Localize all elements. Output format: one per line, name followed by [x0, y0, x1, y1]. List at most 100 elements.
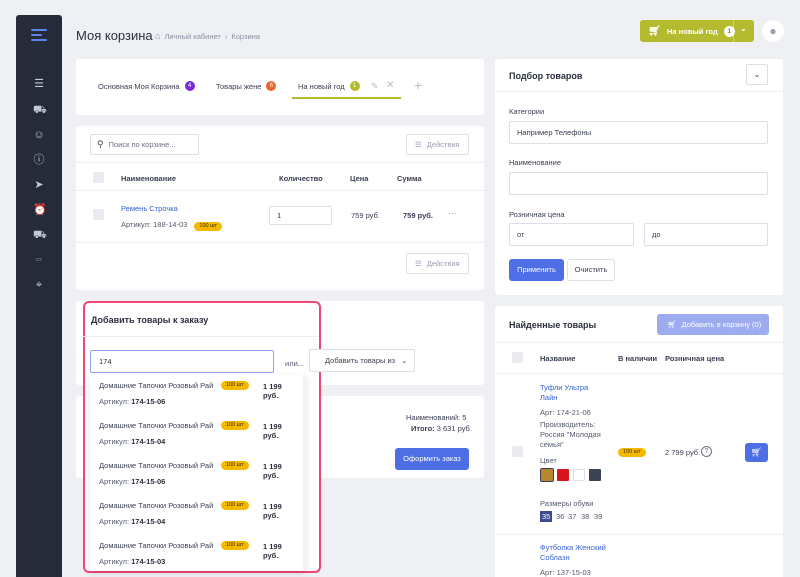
- suggestion-price: 1 199 руб.: [263, 422, 282, 440]
- names-value: 5: [462, 413, 467, 422]
- stock-badge: 100 шт: [221, 541, 249, 550]
- home-icon[interactable]: ⌂: [155, 31, 160, 41]
- info-icon[interactable]: ?: [701, 446, 712, 457]
- chevron-down-icon[interactable]: ⌄: [740, 24, 747, 33]
- list-icon[interactable]: ☰: [33, 78, 45, 90]
- sidebar: ☰ ⛟ ☺ ⓘ ➤ ⏰ ⛟ ▭ ⌖: [16, 15, 62, 577]
- sum-cell: 759 руб.: [403, 211, 433, 220]
- product-maker: Производитель: Россия "Молодая семья": [540, 420, 601, 449]
- suggestion-price: 1 199 руб.: [263, 382, 282, 400]
- breadcrumb-item[interactable]: Личный кабинет: [164, 32, 220, 41]
- add-to-cart-button[interactable]: 🛒︎ Добавить в корзину (0): [657, 314, 769, 335]
- alert-icon[interactable]: ⓘ: [33, 154, 45, 166]
- tab-label: Товары жене: [216, 81, 262, 91]
- search-suggestions: Домашние Тапочки Розовый Рай 100 шт 1 19…: [90, 375, 306, 571]
- suggestion-name: Домашние Тапочки Розовый Рай: [99, 421, 214, 430]
- product-link[interactable]: Ремень Строчка: [121, 204, 178, 213]
- cart-search-input[interactable]: ⚲ Поиск по корзине...: [90, 134, 199, 155]
- name-filter-label: Наименование: [509, 158, 561, 167]
- name-filter-input[interactable]: [509, 172, 768, 195]
- add-from-dropdown[interactable]: Добавить товары из ⌄: [309, 349, 415, 372]
- select-all-checkbox[interactable]: [512, 352, 523, 363]
- sizes-label: Размеры обуви: [540, 499, 594, 508]
- suggestion-price: 1 199 руб.: [263, 462, 282, 480]
- price-to-input[interactable]: до: [644, 223, 768, 246]
- close-icon[interactable]: ✕: [386, 80, 394, 91]
- suggestion-article: Артикул: 174-15-03: [99, 557, 166, 566]
- price-filter-label: Розничная цена: [509, 210, 565, 219]
- add-product-to-cart-button[interactable]: 🛒︎: [745, 443, 768, 462]
- alarm-icon[interactable]: ⏰: [33, 204, 47, 216]
- product-article: Артикул: 188-14-03 100 шт: [121, 220, 223, 231]
- column-header-qty: Количество: [279, 174, 323, 183]
- menu-icon[interactable]: [31, 29, 47, 41]
- stock-badge: 100 шт: [221, 461, 249, 470]
- category-input[interactable]: Например Телефоны: [509, 121, 768, 144]
- suggestion-article: Артикул: 174-15-06: [99, 397, 166, 406]
- column-header-sum: Сумма: [397, 174, 422, 183]
- card-icon[interactable]: ▭: [33, 254, 45, 266]
- user-icon[interactable]: ☺: [33, 129, 45, 141]
- breadcrumb-item: Корзина: [231, 31, 260, 41]
- suggestion-price: 1 199 руб.: [263, 542, 282, 560]
- add-to-cart-label: Добавить в корзину (0): [681, 320, 762, 329]
- size-option[interactable]: 39: [594, 512, 602, 521]
- size-option[interactable]: 36: [556, 512, 564, 521]
- list-icon: ☰: [415, 259, 422, 268]
- row-checkbox[interactable]: [93, 209, 104, 220]
- active-cart-label: На новый год: [667, 26, 718, 36]
- breadcrumb: ⌂ Личный кабинет › Корзина: [155, 31, 260, 41]
- size-option[interactable]: 35: [540, 511, 553, 522]
- price-from-input[interactable]: от: [509, 223, 634, 246]
- quantity-input[interactable]: 1: [269, 206, 332, 225]
- tab-main-cart[interactable]: Основная Моя Корзина 4: [98, 81, 195, 91]
- pointer-icon[interactable]: ➤: [33, 179, 45, 191]
- size-option[interactable]: 38: [581, 512, 589, 521]
- product-price: 2 799 руб.: [665, 448, 701, 457]
- suggestions-scrollbar[interactable]: [303, 375, 306, 571]
- product-link[interactable]: Футболка Женский Соблазн: [540, 543, 606, 563]
- color-swatch[interactable]: [557, 469, 569, 481]
- tab-label: На новый год: [298, 81, 345, 91]
- stock-badge: 100 шт: [618, 448, 646, 457]
- truck-icon[interactable]: ⛟: [33, 229, 47, 241]
- found-title: Найденные товары: [509, 320, 597, 330]
- found-products-card: Найденные товары 🛒︎ Добавить в корзину (…: [495, 306, 783, 577]
- active-cart-button[interactable]: 🛒︎ На новый год 1 ⌄: [640, 20, 754, 42]
- cart-icon[interactable]: ⛟: [33, 104, 47, 116]
- tab-new-year[interactable]: На новый год 1: [298, 81, 360, 91]
- row-checkbox[interactable]: [512, 446, 523, 457]
- avatar[interactable]: ●: [762, 20, 784, 42]
- checkout-button[interactable]: Оформить заказ: [395, 448, 469, 470]
- total-value: 3 631 руб.: [436, 424, 472, 433]
- column-header-name: Наименование: [121, 174, 177, 183]
- suggestion-name: Домашние Тапочки Розовый Рай: [99, 501, 214, 510]
- select-all-checkbox[interactable]: [93, 172, 104, 183]
- suggestion-name: Домашние Тапочки Розовый Рай: [99, 541, 214, 550]
- chevron-down-icon[interactable]: ⌄: [746, 64, 768, 85]
- suggestion-article: Артикул: 174-15-04: [99, 437, 166, 446]
- product-search-input[interactable]: 174: [90, 350, 274, 373]
- color-swatch[interactable]: [540, 468, 554, 482]
- article-text: Артикул: 188-14-03: [121, 220, 188, 229]
- tab-wife-goods[interactable]: Товары жене 6: [216, 81, 277, 91]
- suggestion-price: 1 199 руб.: [263, 502, 282, 520]
- clear-filter-button[interactable]: Очистить: [567, 259, 615, 281]
- actions-button-bottom[interactable]: ☰ Действия: [406, 253, 469, 274]
- size-option[interactable]: 37: [568, 512, 576, 521]
- add-tab-icon[interactable]: +: [414, 77, 422, 93]
- names-label: Наименований:: [406, 413, 461, 422]
- column-header-price: Розничная цена: [665, 354, 725, 363]
- more-icon[interactable]: ···: [448, 208, 457, 218]
- filter-title: Подбор товаров: [509, 71, 583, 81]
- tab-count-badge: 1: [349, 81, 360, 91]
- suggestion-article: Артикул: 174-15-06: [99, 477, 166, 486]
- apply-filter-button[interactable]: Применить: [509, 259, 564, 281]
- color-swatch[interactable]: [589, 469, 601, 481]
- location-icon[interactable]: ⌖: [33, 279, 45, 291]
- product-link[interactable]: Туфли Ультра Лайн: [540, 383, 588, 403]
- stock-badge: 100 шт: [221, 381, 249, 390]
- actions-button[interactable]: ☰ Действия: [406, 134, 469, 155]
- edit-icon[interactable]: ✎: [371, 81, 379, 92]
- color-swatch[interactable]: [573, 469, 585, 481]
